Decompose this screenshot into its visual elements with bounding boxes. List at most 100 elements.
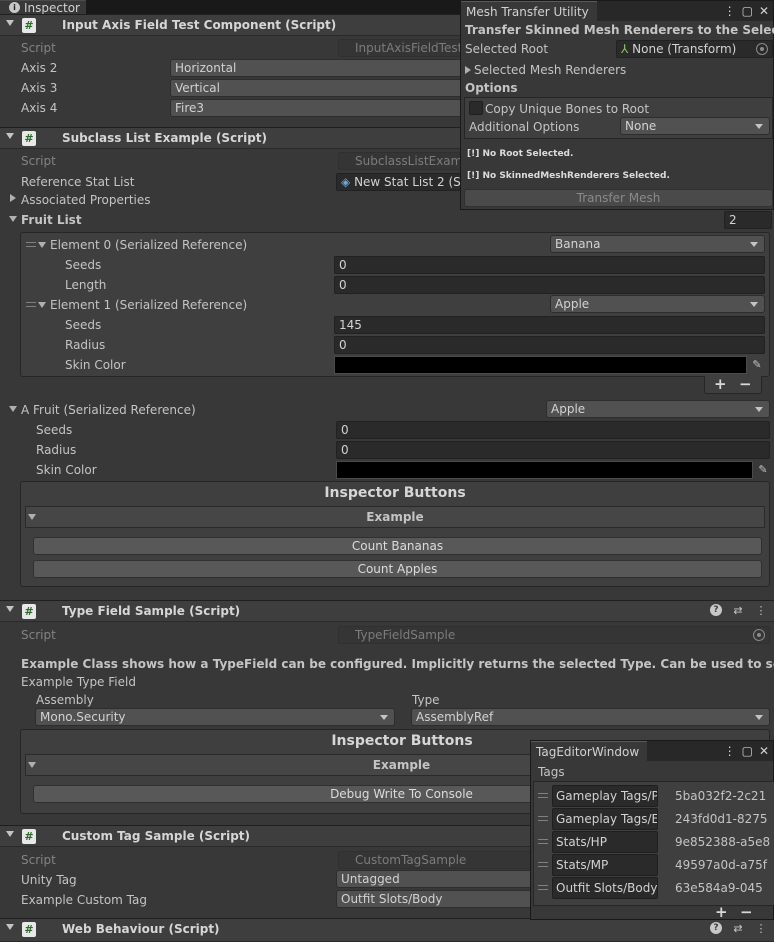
chevron-down-icon [750,242,758,247]
eyedropper-icon[interactable]: ✎ [750,358,764,372]
associated-properties-label[interactable]: Associated Properties [21,193,151,207]
foldout-arrow-icon[interactable] [6,133,14,139]
assembly-label: Assembly [36,693,94,707]
a-fruit-label[interactable]: A Fruit (Serialized Reference) [21,403,196,417]
chevron-down-icon [380,715,388,720]
object-picker-icon[interactable] [753,629,765,641]
window-controls: ⋮ ▢ ✕ [724,4,769,18]
type-dropdown[interactable]: AssemblyRef [411,708,770,726]
seeds-field[interactable]: 0 [334,256,765,274]
close-icon[interactable]: ✕ [759,4,769,18]
tag-name-field[interactable]: Stats/HP [552,831,658,853]
tag-name-field[interactable]: Gameplay Tags/E [552,808,658,830]
drag-handle-icon[interactable] [538,793,548,798]
tag-name-field[interactable]: Outfit Slots/Body [552,877,658,899]
eyedropper-icon[interactable]: ✎ [756,463,770,477]
script-field[interactable]: TypeFieldSample [338,626,770,644]
add-tag-button[interactable]: + [715,903,728,921]
axis-label: Axis 4 [21,101,58,115]
selected-mesh-renderers-label[interactable]: Selected Mesh Renderers [474,63,626,77]
component-header-type-field[interactable]: # Type Field Sample (Script) ? ⇄ ⋮ [0,600,774,622]
reference-stat-list-field[interactable]: ◈ New Stat List 2 (Sta [336,173,466,191]
maximize-icon[interactable]: ▢ [742,4,753,18]
axis-4-dropdown[interactable]: Fire3 [170,99,465,117]
component-title: Web Behaviour (Script) [62,922,220,936]
help-icon[interactable]: ? [710,922,722,934]
axis-2-dropdown[interactable]: Horizontal [170,59,465,77]
menu-icon[interactable]: ⋮ [724,744,736,758]
count-apples-button[interactable]: Count Apples [33,560,762,578]
foldout-arrow-icon[interactable] [6,924,14,930]
seeds-field[interactable]: 0 [336,421,770,439]
foldout-arrow-icon[interactable] [6,831,14,837]
inspector-buttons-title: Inspector Buttons [324,485,466,501]
unity-tag-dropdown[interactable]: Untagged [336,870,536,888]
remove-element-button[interactable]: − [739,375,752,393]
a-fruit-type-dropdown[interactable]: Apple [546,400,770,418]
skin-color-field[interactable] [334,356,747,374]
seeds-field[interactable]: 145 [334,316,765,334]
drag-handle-icon[interactable] [538,885,548,890]
foldout-open-icon[interactable] [9,406,17,412]
assembly-dropdown[interactable]: Mono.Security [35,708,395,726]
field-label: Length [65,278,107,292]
window-tab-bar: TagEditorWindow ⋮ ▢ ✕ [531,741,773,762]
element-1-label[interactable]: Element 1 (Serialized Reference) [50,298,247,312]
script-value: TypeFieldSample [355,628,456,642]
fruit-list-size-field[interactable]: 2 [724,211,772,229]
script-field[interactable]: SubclassListExamp [338,152,468,170]
remove-tag-button[interactable]: − [740,903,753,921]
axis-value: Vertical [175,81,220,95]
add-element-button[interactable]: + [714,375,727,393]
foldout-open-icon[interactable] [9,216,17,222]
element-0-type-dropdown[interactable]: Banana [550,235,765,253]
menu-icon[interactable]: ⋮ [754,922,768,935]
count-bananas-button[interactable]: Count Bananas [33,537,762,555]
fruit-list-label[interactable]: Fruit List [21,213,82,227]
custom-tag-dropdown[interactable]: Outfit Slots/Body [336,890,536,908]
foldout-closed-icon[interactable] [465,66,471,74]
tag-name-field[interactable]: Stats/MP [552,854,658,876]
close-icon[interactable]: ✕ [759,744,769,758]
selected-root-field[interactable]: ⅄ None (Transform) [616,40,773,58]
script-field[interactable]: InputAxisFieldTestC [338,39,468,57]
object-picker-icon[interactable] [756,43,768,55]
transform-icon: ⅄ [621,42,629,56]
preset-icon[interactable]: ⇄ [731,604,745,617]
tab-tag-editor[interactable]: TagEditorWindow [531,741,647,762]
element-0-label[interactable]: Element 0 (Serialized Reference) [50,238,247,252]
length-field[interactable]: 0 [334,276,765,294]
element-1-type-dropdown[interactable]: Apple [550,295,765,313]
component-header-web-behaviour[interactable]: # Web Behaviour (Script) ? ⇄ ⋮ [0,918,774,942]
script-icon: # [22,604,36,619]
drag-handle-icon[interactable] [538,816,548,821]
tag-name-field[interactable]: Gameplay Tags/P [552,785,658,807]
skin-color-field[interactable] [336,461,753,479]
axis-3-dropdown[interactable]: Vertical [170,79,465,97]
tab-inspector[interactable]: i Inspector [0,0,86,15]
preset-icon[interactable]: ⇄ [731,922,745,935]
maximize-icon[interactable]: ▢ [742,744,753,758]
menu-icon[interactable]: ⋮ [754,604,768,617]
foldout-closed-icon[interactable] [10,194,16,202]
script-field[interactable]: CustomTagSample [338,851,538,869]
transfer-mesh-button[interactable]: Transfer Mesh [464,189,773,207]
foldout-open-icon[interactable] [38,302,46,308]
copy-bones-checkbox[interactable] [469,101,483,115]
drag-handle-icon[interactable] [538,839,548,844]
component-title: Input Axis Field Test Component (Script) [62,18,337,32]
help-icon[interactable]: ? [710,604,722,616]
component-title: Type Field Sample (Script) [62,604,241,618]
radius-field[interactable]: 0 [334,336,765,354]
foldout-arrow-icon[interactable] [6,606,14,612]
drag-handle-icon[interactable] [538,862,548,867]
drag-handle-icon[interactable] [26,242,36,247]
menu-icon[interactable]: ⋮ [724,4,736,18]
tab-mesh-transfer[interactable]: Mesh Transfer Utility [461,1,597,22]
drag-handle-icon[interactable] [26,302,36,307]
foldout-open-icon[interactable] [38,242,46,248]
field-label: Seeds [36,423,73,437]
radius-field[interactable]: 0 [336,441,770,459]
foldout-arrow-icon[interactable] [6,20,14,26]
additional-options-dropdown[interactable]: None [620,117,770,135]
